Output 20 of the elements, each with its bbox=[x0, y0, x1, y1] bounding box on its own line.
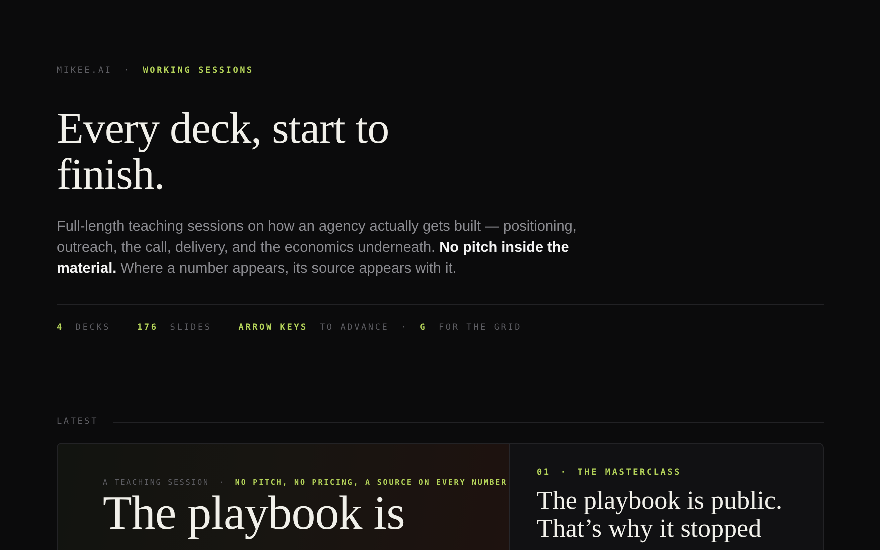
hint-label: FOR THE GRID bbox=[439, 323, 522, 333]
separator-dot: · bbox=[560, 468, 568, 478]
brand-label: MIKEE.AI bbox=[57, 66, 112, 76]
key-hint: ARROW KEYS bbox=[238, 323, 308, 333]
separator-dot: · bbox=[124, 66, 132, 76]
stat-label: SLIDES bbox=[170, 323, 212, 333]
deck-title: The playbook is public. That’s why it stopped bbox=[537, 487, 784, 543]
section-label: LATEST bbox=[57, 417, 99, 427]
stat-value: 176 bbox=[138, 323, 158, 333]
series-label: THE MASTERCLASS bbox=[578, 468, 682, 478]
separator-dot: · bbox=[401, 323, 408, 333]
stat-value: 4 bbox=[57, 323, 64, 333]
key-hint: G bbox=[420, 323, 428, 333]
hint-label: TO ADVANCE bbox=[320, 323, 390, 333]
page-headline: Every deck, start to finish. bbox=[57, 106, 390, 198]
feature-title: The playbook is bbox=[103, 489, 406, 539]
deck-number: 01 bbox=[537, 468, 551, 478]
section-label: WORKING SESSIONS bbox=[143, 66, 254, 76]
intro-paragraph: Full-length teaching sessions on how an agency actually gets built — positioning, outreach, the call, delivery, and the economics underneath. No pitch inside the material. Where a number appears, its source appears with it. bbox=[57, 218, 578, 279]
stat-label: DECKS bbox=[76, 323, 111, 333]
